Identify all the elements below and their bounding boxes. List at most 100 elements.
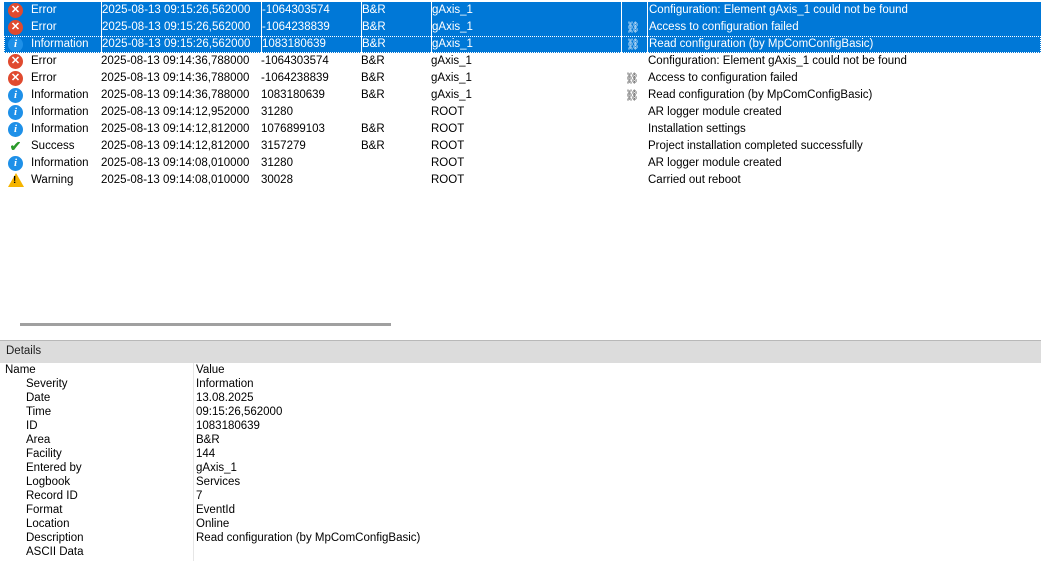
- severity-icon-cell: !: [8, 172, 24, 189]
- details-row[interactable]: Time 09:15:26,562000: [0, 405, 1041, 419]
- severity-cell: Error: [31, 21, 57, 33]
- details-field-value: 7: [196, 490, 203, 502]
- details-field-name: Severity: [26, 378, 68, 390]
- details-field-value: gAxis_1: [196, 462, 237, 474]
- facility-cell: gAxis_1: [431, 2, 612, 19]
- log-row[interactable]: ✕ Error 2025-08-13 09:14:36,788000 -1064238…: [4, 70, 1041, 87]
- log-row[interactable]: i Information 2025-08-13 09:14:08,010000 31…: [4, 155, 1041, 172]
- severity-icon-cell: i: [8, 87, 24, 104]
- details-name-header: Name: [5, 364, 36, 376]
- log-row[interactable]: ! Warning 2025-08-13 09:14:08,010000 30028 R…: [4, 172, 1041, 189]
- log-row[interactable]: ✕ Error 2025-08-13 09:14:36,788000 -1064303…: [4, 53, 1041, 70]
- details-row[interactable]: Format EventId: [0, 503, 1041, 517]
- details-panel: Name Value Severity Information Date 13.08.…: [0, 363, 1041, 561]
- event-id-cell: 31280: [261, 106, 293, 118]
- description-cell: Access to configuration failed: [647, 19, 1041, 36]
- link-cell: [621, 138, 643, 155]
- severity-cell: Information: [31, 106, 89, 118]
- severity-cell: Warning: [31, 174, 74, 186]
- severity-icon-cell: ✕: [8, 70, 24, 87]
- event-id-cell: 1083180639: [261, 36, 360, 53]
- log-row[interactable]: ✕ Error 2025-08-13 09:15:26,562000 -1064303…: [4, 2, 1041, 19]
- facility-cell: gAxis_1: [431, 36, 612, 53]
- link-icon[interactable]: ⛓: [622, 21, 640, 34]
- severity-cell: Error: [31, 55, 57, 67]
- details-row[interactable]: ASCII Data: [0, 545, 1041, 559]
- info-icon: i: [8, 156, 23, 171]
- details-row[interactable]: Location Online: [0, 517, 1041, 531]
- details-field-value: 1083180639: [196, 420, 260, 432]
- details-field-name: Description: [26, 532, 84, 544]
- event-id-cell: 30028: [261, 174, 293, 186]
- details-row[interactable]: Facility 144: [0, 447, 1041, 461]
- severity-icon-cell: i: [8, 36, 24, 53]
- details-field-value: 13.08.2025: [196, 392, 254, 404]
- log-row[interactable]: i Information 2025-08-13 09:14:36,788000 10…: [4, 87, 1041, 104]
- event-id-cell: -1064303574: [261, 55, 329, 67]
- link-cell: [621, 53, 643, 70]
- details-field-value: Online: [196, 518, 230, 530]
- details-rows: Severity Information Date 13.08.2025 Time 09:…: [0, 377, 1041, 559]
- horizontal-scrollbar[interactable]: [20, 323, 391, 326]
- link-icon[interactable]: ⛓: [621, 89, 639, 102]
- link-cell: ⛓: [621, 87, 643, 104]
- details-row[interactable]: Date 13.08.2025: [0, 391, 1041, 405]
- timestamp-cell: 2025-08-13 09:14:12,812000: [101, 123, 250, 135]
- log-row[interactable]: ✕ Error 2025-08-13 09:15:26,562000 -1064238…: [4, 19, 1041, 36]
- details-field-value: 144: [196, 448, 216, 460]
- details-field-name: Format: [26, 504, 63, 516]
- description-cell: Access to configuration failed: [648, 72, 798, 84]
- info-icon: i: [8, 105, 23, 120]
- link-cell: ⛓: [621, 19, 644, 36]
- details-row[interactable]: Record ID 7: [0, 489, 1041, 503]
- details-title: Details: [6, 345, 42, 357]
- link-cell: [621, 104, 643, 121]
- link-icon[interactable]: ⛓: [621, 72, 639, 85]
- details-row[interactable]: Description Read configuration (by MpComC…: [0, 531, 1041, 545]
- timestamp-cell: 2025-08-13 09:14:12,952000: [101, 106, 250, 118]
- event-id-cell: -1064238839: [261, 19, 360, 36]
- timestamp-cell: 2025-08-13 09:14:12,812000: [101, 140, 250, 152]
- description-cell: AR logger module created: [648, 106, 782, 118]
- details-row[interactable]: Entered by gAxis_1: [0, 461, 1041, 475]
- details-value-header: Value: [196, 364, 225, 376]
- logger-list-panel: ✕ Error 2025-08-13 09:15:26,562000 -1064303…: [0, 0, 1041, 339]
- details-field-value: EventId: [196, 504, 235, 516]
- area-cell: B&R: [361, 140, 385, 152]
- details-row[interactable]: Area B&R: [0, 433, 1041, 447]
- link-cell: ⛓: [621, 70, 643, 87]
- description-cell: Configuration: Element gAxis_1 could not…: [648, 55, 907, 67]
- details-header-row: Name Value: [0, 363, 1041, 377]
- description-cell: Configuration: Element gAxis_1 could not…: [647, 2, 1041, 19]
- area-cell: B&R: [361, 36, 430, 53]
- details-row[interactable]: Logbook Services: [0, 475, 1041, 489]
- event-id-cell: 3157279: [261, 140, 306, 152]
- log-row[interactable]: i Information 2025-08-13 09:14:12,952000 31…: [4, 104, 1041, 121]
- details-field-name: Time: [26, 406, 52, 418]
- link-icon[interactable]: ⛓: [622, 38, 640, 51]
- area-cell: [361, 155, 429, 172]
- link-cell: [621, 121, 643, 138]
- timestamp-cell: 2025-08-13 09:14:36,788000: [101, 72, 250, 84]
- severity-icon-cell: ✕: [8, 2, 24, 19]
- log-row[interactable]: i Information 2025-08-13 09:15:26,562000 10…: [4, 36, 1041, 53]
- info-icon: i: [8, 88, 23, 103]
- description-cell: Carried out reboot: [648, 174, 741, 186]
- details-field-name: Facility: [26, 448, 62, 460]
- details-field-name: Location: [26, 518, 70, 530]
- details-field-value: Services: [196, 476, 241, 488]
- event-id-cell: -1064238839: [261, 72, 329, 84]
- details-row[interactable]: Severity Information: [0, 377, 1041, 391]
- details-field-name: ID: [26, 420, 38, 432]
- log-row[interactable]: ✔ Success 2025-08-13 09:14:12,812000 315727…: [4, 138, 1041, 155]
- log-row[interactable]: i Information 2025-08-13 09:14:12,812000 10…: [4, 121, 1041, 138]
- area-cell: B&R: [361, 19, 430, 36]
- details-field-name: ASCII Data: [26, 546, 84, 558]
- area-cell: B&R: [361, 72, 385, 84]
- severity-cell: Information: [31, 157, 89, 169]
- info-icon: i: [8, 122, 23, 137]
- timestamp-cell: 2025-08-13 09:14:08,010000: [101, 157, 250, 169]
- details-field-name: Record ID: [26, 490, 78, 502]
- details-field-name: Area: [26, 434, 51, 446]
- details-row[interactable]: ID 1083180639: [0, 419, 1041, 433]
